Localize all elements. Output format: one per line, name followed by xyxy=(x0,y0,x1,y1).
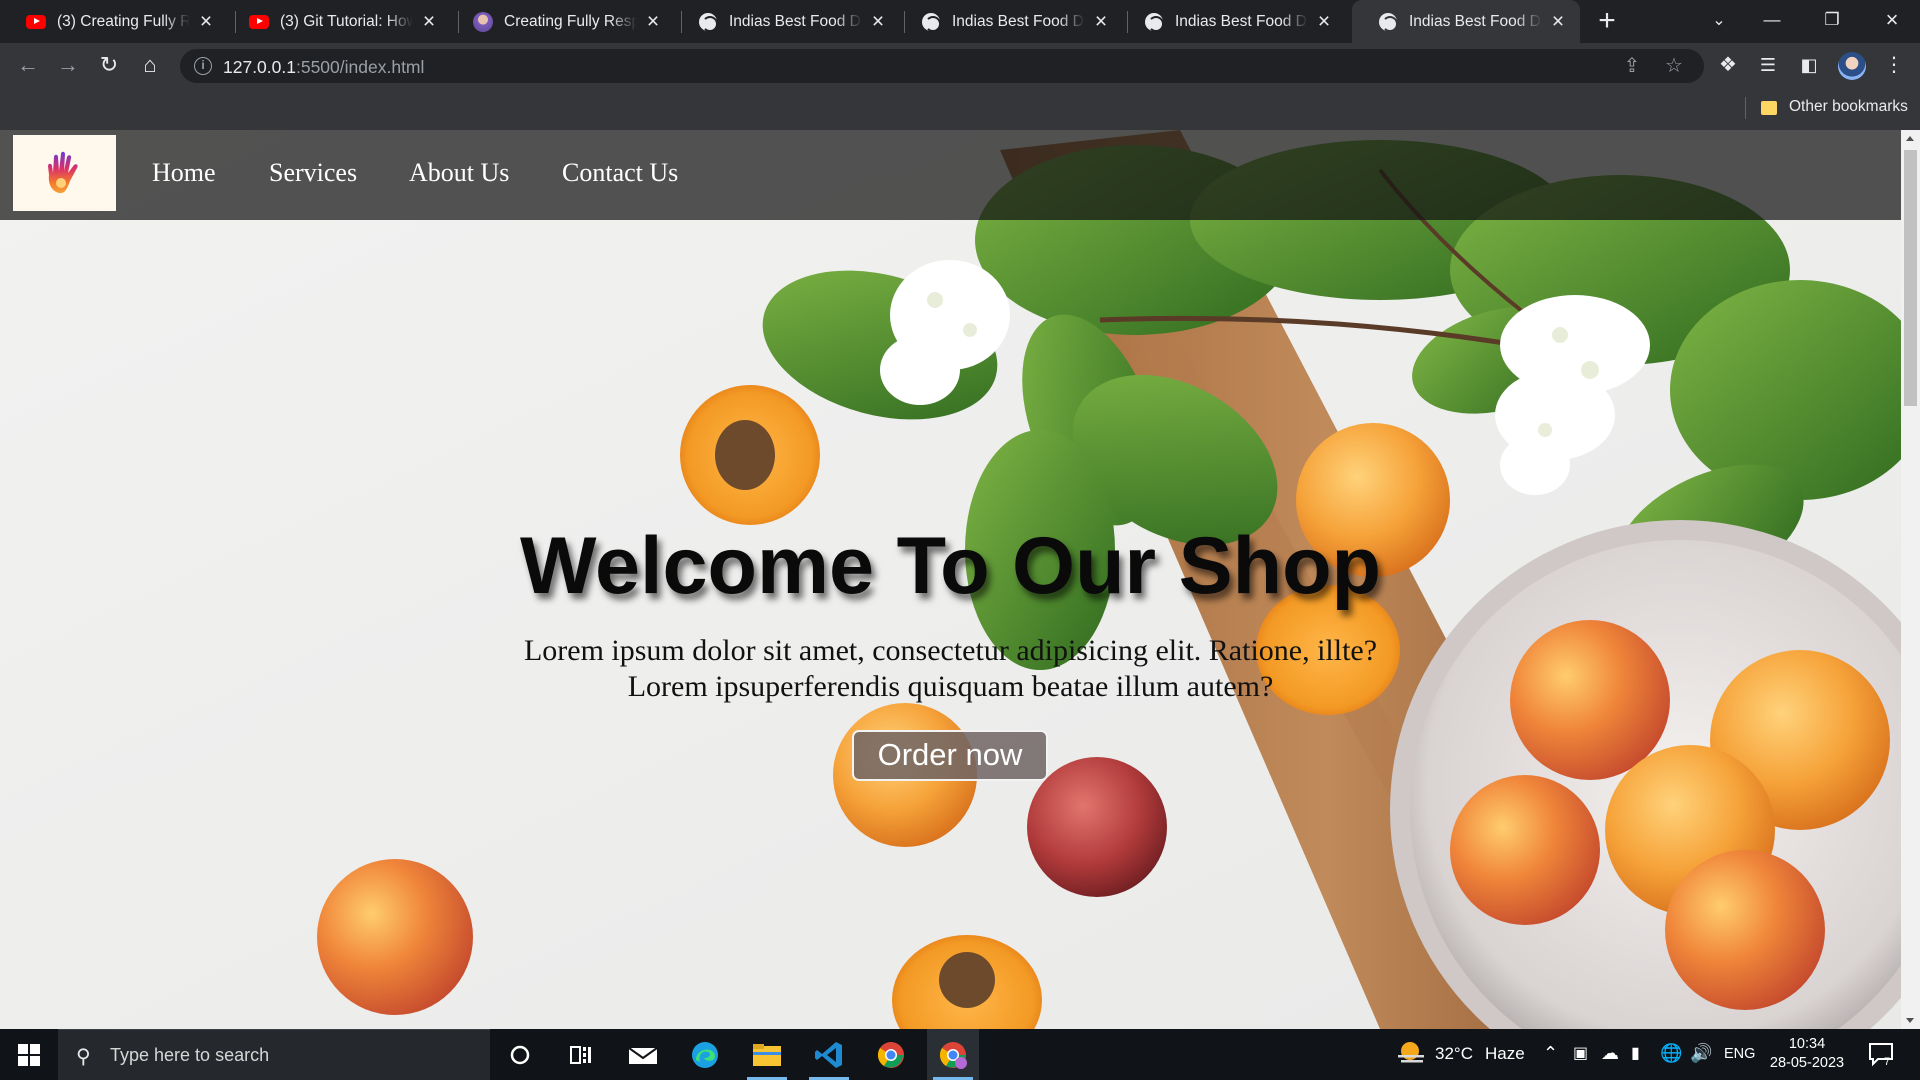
onedrive-icon[interactable]: ☁ xyxy=(1601,1043,1619,1064)
search-placeholder: Type here to search xyxy=(110,1045,270,1065)
chrome-profile-icon[interactable] xyxy=(927,1029,979,1080)
globe-icon xyxy=(1378,12,1398,32)
language-indicator[interactable]: ENG xyxy=(1724,1046,1755,1062)
clock-time: 10:34 xyxy=(1788,1036,1826,1052)
browser-toolbar: ← → ↻ ⌂ i 127.0.0.1:5500/index.html ⇪ ☆ … xyxy=(0,43,1920,87)
chevron-up-icon[interactable]: ⌃ xyxy=(1543,1043,1558,1064)
browser-tab[interactable]: Creating Fully Respor × xyxy=(447,0,675,43)
browser-tab[interactable]: Indias Best Food Deli × xyxy=(895,0,1123,43)
close-tab-icon[interactable]: × xyxy=(643,11,663,32)
close-tab-icon[interactable]: × xyxy=(868,11,888,32)
battery-icon[interactable]: ▮ xyxy=(1631,1043,1640,1063)
nav-contact-us[interactable]: Contact Us xyxy=(562,158,678,188)
taskbar-search[interactable]: ⚲ Type here to search xyxy=(58,1029,490,1080)
file-explorer-icon[interactable] xyxy=(741,1029,793,1080)
profile-avatar[interactable] xyxy=(1838,52,1866,80)
chevron-down-icon[interactable]: ⌄ xyxy=(1704,6,1734,36)
vscode-icon[interactable] xyxy=(803,1029,855,1080)
media-controls-icon[interactable]: ☰ xyxy=(1748,43,1788,87)
youtube-icon xyxy=(249,12,269,32)
menu-icon[interactable]: ⋮ xyxy=(1874,43,1914,87)
browser-tab[interactable]: (3) Creating Fully Res × xyxy=(0,0,228,43)
close-tab-icon[interactable]: × xyxy=(196,11,216,32)
scroll-up-arrow-icon[interactable] xyxy=(1906,136,1914,141)
weather-temp[interactable]: 32°C xyxy=(1435,1044,1473,1064)
home-icon[interactable]: ⌂ xyxy=(130,43,170,87)
close-window-icon[interactable]: × xyxy=(1862,0,1920,40)
nav-home[interactable]: Home xyxy=(152,158,216,188)
hero-subtitle-line: Lorem ipsum dolor sit amet, consectetur … xyxy=(523,634,1378,667)
page-scrollbar[interactable] xyxy=(1901,130,1920,1029)
address-url: 127.0.0.1:5500/index.html xyxy=(223,57,424,78)
reload-icon[interactable]: ↻ xyxy=(89,43,129,87)
tab-strip: (3) Creating Fully Res × (3) Git Tutoria… xyxy=(0,0,1920,43)
search-icon: ⚲ xyxy=(76,1046,91,1068)
minimize-icon[interactable]: — xyxy=(1742,0,1802,40)
youtube-icon xyxy=(26,12,46,32)
hero-subtitle-line: Lorem ipsuperferendis quisquam beatae il… xyxy=(627,670,1274,703)
share-icon[interactable]: ⇪ xyxy=(1615,49,1649,83)
hero-subtitle: Lorem ipsum dolor sit amet, consectetur … xyxy=(0,633,1901,705)
edge-icon[interactable] xyxy=(679,1029,731,1080)
forward-icon[interactable]: → xyxy=(48,43,88,87)
browser-tab[interactable]: Indias Best Food Deli × xyxy=(672,0,900,43)
task-view-icon[interactable] xyxy=(555,1029,607,1080)
url-host: 127.0.0.1 xyxy=(223,57,296,77)
nav-about-us[interactable]: About Us xyxy=(409,158,509,188)
scroll-down-arrow-icon[interactable] xyxy=(1906,1018,1914,1023)
bookmarks-bar: Other bookmarks xyxy=(0,87,1920,130)
notifications-icon[interactable] xyxy=(1868,1041,1896,1072)
mail-icon[interactable] xyxy=(617,1029,669,1080)
site-logo[interactable] xyxy=(13,135,116,211)
bookmark-star-icon[interactable]: ☆ xyxy=(1657,49,1691,83)
volume-icon[interactable]: 🔊 xyxy=(1690,1043,1712,1064)
order-now-button[interactable]: Order now xyxy=(852,730,1048,781)
tab-title: Creating Fully Respor xyxy=(504,12,637,30)
page-viewport: Home Services About Us Contact Us Welcom… xyxy=(0,130,1920,1029)
nav-services[interactable]: Services xyxy=(269,158,357,188)
close-tab-icon[interactable]: × xyxy=(1548,11,1568,32)
folder-icon xyxy=(1761,101,1777,115)
weather-haze-icon[interactable] xyxy=(1396,1040,1426,1071)
tab-title: (3) Git Tutorial: How t xyxy=(280,12,413,30)
close-tab-icon[interactable]: × xyxy=(419,11,439,32)
hero-title: Welcome To Our Shop xyxy=(519,521,1382,611)
notifications-count: 7 xyxy=(1884,1056,1891,1068)
new-tab-icon[interactable]: + xyxy=(1592,6,1622,36)
browser-tab[interactable]: (3) Git Tutorial: How t × xyxy=(223,0,451,43)
close-tab-icon[interactable]: × xyxy=(1314,11,1334,32)
hand-logo-icon xyxy=(47,151,78,194)
weather-condition[interactable]: Haze xyxy=(1485,1044,1525,1064)
other-bookmarks[interactable]: Other bookmarks xyxy=(1789,98,1908,116)
url-path: :5500/index.html xyxy=(295,57,425,77)
close-tab-icon[interactable]: × xyxy=(1091,11,1111,32)
scrollbar-thumb[interactable] xyxy=(1904,150,1917,406)
tab-title: Indias Best Food Deli xyxy=(729,12,862,30)
avatar-icon xyxy=(473,11,493,32)
back-icon[interactable]: ← xyxy=(8,43,48,87)
globe-icon xyxy=(1144,12,1164,32)
tab-title: Indias Best Food Deli xyxy=(952,12,1085,30)
cortana-icon[interactable] xyxy=(494,1029,546,1080)
tab-title: Indias Best Food Deli xyxy=(1409,12,1542,30)
windows-taskbar: ⚲ Type here to search 32°C Haze ⌃ ▣ ☁ ▮ … xyxy=(0,1029,1920,1080)
network-globe-icon[interactable]: 🌐 xyxy=(1660,1043,1682,1064)
clock-date: 28-05-2023 xyxy=(1769,1055,1845,1071)
globe-icon xyxy=(698,12,718,32)
windows-start-icon[interactable] xyxy=(0,1029,58,1080)
chrome-icon[interactable] xyxy=(865,1029,917,1080)
browser-tab[interactable]: Indias Best Food Deli × xyxy=(1118,0,1346,43)
system-clock[interactable]: 10:34 28-05-2023 xyxy=(1763,1035,1851,1073)
side-panel-icon[interactable]: ◧ xyxy=(1789,43,1829,87)
restore-icon[interactable]: ❐ xyxy=(1802,0,1862,40)
tab-title: (3) Creating Fully Res xyxy=(57,12,190,30)
site-info-icon[interactable]: i xyxy=(194,57,212,75)
meet-now-icon[interactable]: ▣ xyxy=(1573,1043,1588,1063)
extensions-icon[interactable]: ❖ xyxy=(1708,43,1748,87)
address-bar[interactable]: i 127.0.0.1:5500/index.html ⇪ ☆ xyxy=(180,49,1704,83)
tab-title: Indias Best Food Deli xyxy=(1175,12,1308,30)
browser-tab-active[interactable]: Indias Best Food Deli × xyxy=(1352,0,1580,43)
globe-icon xyxy=(921,12,941,32)
site-navbar: Home Services About Us Contact Us xyxy=(0,130,1901,220)
